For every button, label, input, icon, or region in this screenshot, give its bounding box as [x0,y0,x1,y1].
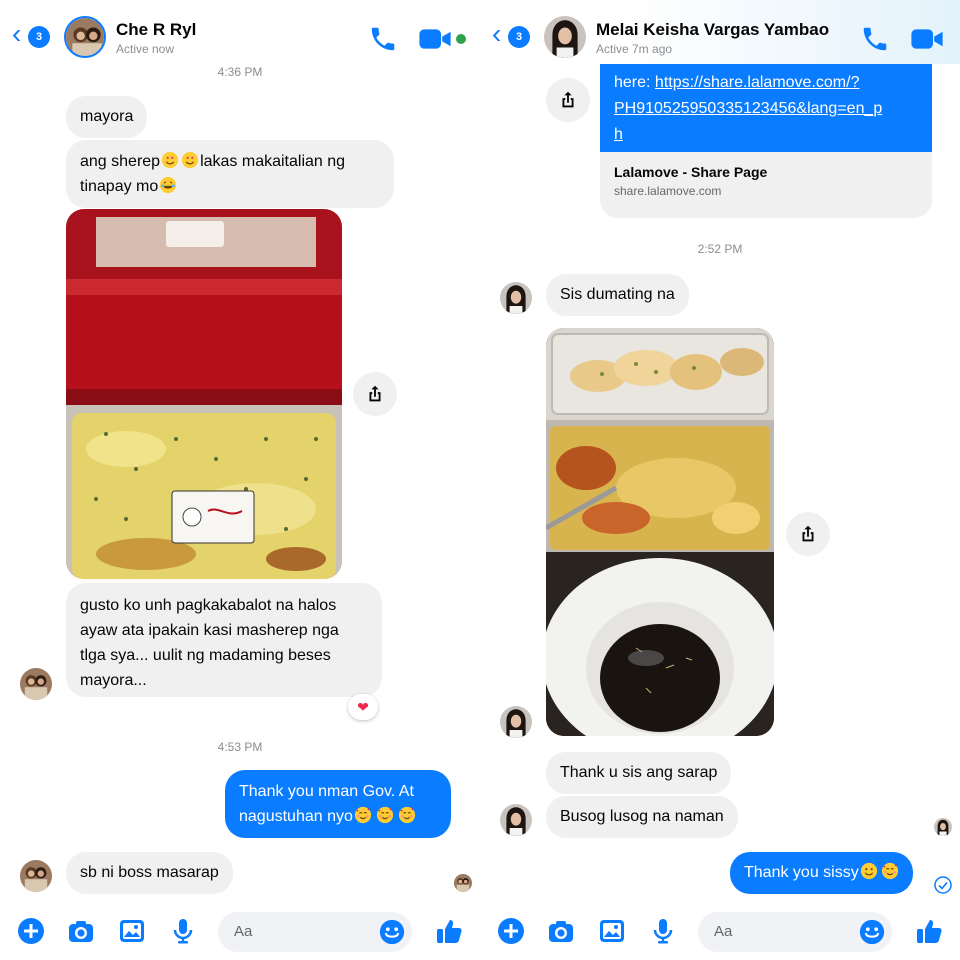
message-text: nagustuhan nyo [239,808,353,825]
link-title: Lalamove - Share Page [614,164,768,180]
smiling-hearts-emoji-icon [376,806,394,824]
food-photo-image [66,209,342,579]
contact-avatar[interactable] [544,16,586,58]
heart-eyes-emoji-icon [161,151,179,169]
message-bubble[interactable]: Thank u sis ang sarap [546,752,732,794]
smiling-hearts-emoji-icon [354,806,372,824]
emoji-icon[interactable] [858,918,886,946]
thumbs-up-icon[interactable] [434,916,464,946]
message-text: tinapay mo [80,178,159,195]
plus-circle-icon[interactable] [496,916,526,946]
message-text: Thank you sissy [744,864,859,881]
emoji-icon[interactable] [378,918,406,946]
contact-status: Active now [116,42,175,56]
message-bubble[interactable]: ang sherep lakas makaitalian ng tinapay m… [66,140,394,208]
plus-circle-icon[interactable] [16,916,46,946]
message-bubble[interactable]: Busog lusog na naman [546,796,738,838]
video-camera-icon[interactable] [910,24,944,54]
smiling-hearts-emoji-icon [881,862,899,880]
timestamp: 4:53 PM [217,740,263,754]
message-bubble[interactable]: sb ni boss masarap [66,852,233,894]
unread-badge: 3 [28,26,50,48]
back-button[interactable]: ‹ 3 [492,20,536,52]
read-receipt-avatar [454,874,472,892]
share-icon [364,383,386,405]
back-chevron-icon: ‹ [12,18,22,49]
sender-avatar[interactable] [500,706,532,738]
chat-header: ‹ 3 Che R Ryl Active now [0,0,480,64]
share-button[interactable] [546,78,590,122]
message-line: ayaw ata ipakain kasi masherep nga [80,622,339,639]
smiling-emoji-icon [860,862,878,880]
message-line: gusto ko unh pagkakabalot na halos [80,597,337,614]
message-text: ang sherep [80,153,161,170]
conversation-pane-che: ‹ 3 Che R Ryl Active now 4:36 PM mayora … [0,0,480,960]
composer-bar: Aa [0,904,480,960]
message-bubble[interactable]: mayora [66,96,148,138]
message-input[interactable]: Aa [698,912,892,952]
message-bubble-outgoing[interactable]: Thank you nman Gov. At nagustuhan nyo [225,770,451,838]
share-icon [557,89,579,111]
link-url[interactable]: h [614,126,623,143]
gallery-icon[interactable] [597,916,627,946]
message-line: tlga sya... uulit ng madaming beses [80,647,331,664]
phone-icon[interactable] [860,24,894,54]
back-button[interactable]: ‹ 3 [12,20,56,52]
back-chevron-icon: ‹ [492,18,502,49]
camera-icon[interactable] [546,916,576,946]
contact-avatar[interactable] [64,16,106,58]
share-button[interactable] [786,512,830,556]
message-text: Thank you nman Gov. At [239,783,414,800]
message-input[interactable]: Aa [218,912,412,952]
message-input-placeholder: Aa [234,923,253,940]
link-preview-card[interactable]: here: https://share.lalamove.com/? PH910… [600,64,932,218]
message-bubble[interactable]: gusto ko unh pagkakabalot na halos ayaw … [66,583,382,697]
sender-avatar[interactable] [500,804,532,836]
read-receipt-avatar [934,818,952,836]
chat-header: ‹ 3 Melai Keisha Vargas Yambao Active 7m… [480,0,960,64]
message-bubble[interactable]: Sis dumating na [546,274,689,316]
smiling-hearts-emoji-icon [398,806,416,824]
message-bubble-outgoing[interactable]: Thank you sissy [730,852,913,894]
microphone-icon[interactable] [168,916,198,946]
share-button[interactable] [353,372,397,416]
share-icon [797,523,819,545]
timestamp: 4:36 PM [217,65,263,79]
link-url[interactable]: https://share.lalamove.com/? [655,74,860,91]
online-indicator [456,34,466,44]
microphone-icon[interactable] [648,916,678,946]
sender-avatar[interactable] [500,282,532,314]
photo-attachment[interactable] [66,209,342,579]
video-camera-icon[interactable] [418,24,452,54]
phone-icon[interactable] [368,24,402,54]
sender-avatar[interactable] [20,860,52,892]
camera-icon[interactable] [66,916,96,946]
link-prefix: here: [614,74,655,91]
message-line: mayora... [80,672,147,689]
gallery-icon[interactable] [117,916,147,946]
timestamp: 2:52 PM [697,242,743,256]
heart-icon: ❤ [357,699,369,715]
laughing-emoji-icon [159,176,177,194]
contact-name[interactable]: Melai Keisha Vargas Yambao [596,20,829,40]
read-check-icon [934,876,952,894]
message-text: lakas makaitalian ng [200,153,346,170]
link-url[interactable]: PH910525950335123456&lang=en_p [614,100,882,117]
contact-name[interactable]: Che R Ryl [116,20,196,40]
photo-attachment[interactable] [546,328,774,736]
composer-bar: Aa [480,904,960,960]
message-input-placeholder: Aa [714,923,733,940]
sender-avatar[interactable] [20,668,52,700]
contact-status: Active 7m ago [596,42,673,56]
link-message: here: https://share.lalamove.com/? PH910… [600,64,932,152]
heart-eyes-emoji-icon [181,151,199,169]
thumbs-up-icon[interactable] [914,916,944,946]
heart-reaction[interactable]: ❤ [348,694,378,720]
food-photo-image [546,328,774,736]
unread-badge: 3 [508,26,530,48]
link-domain: share.lalamove.com [614,184,722,198]
